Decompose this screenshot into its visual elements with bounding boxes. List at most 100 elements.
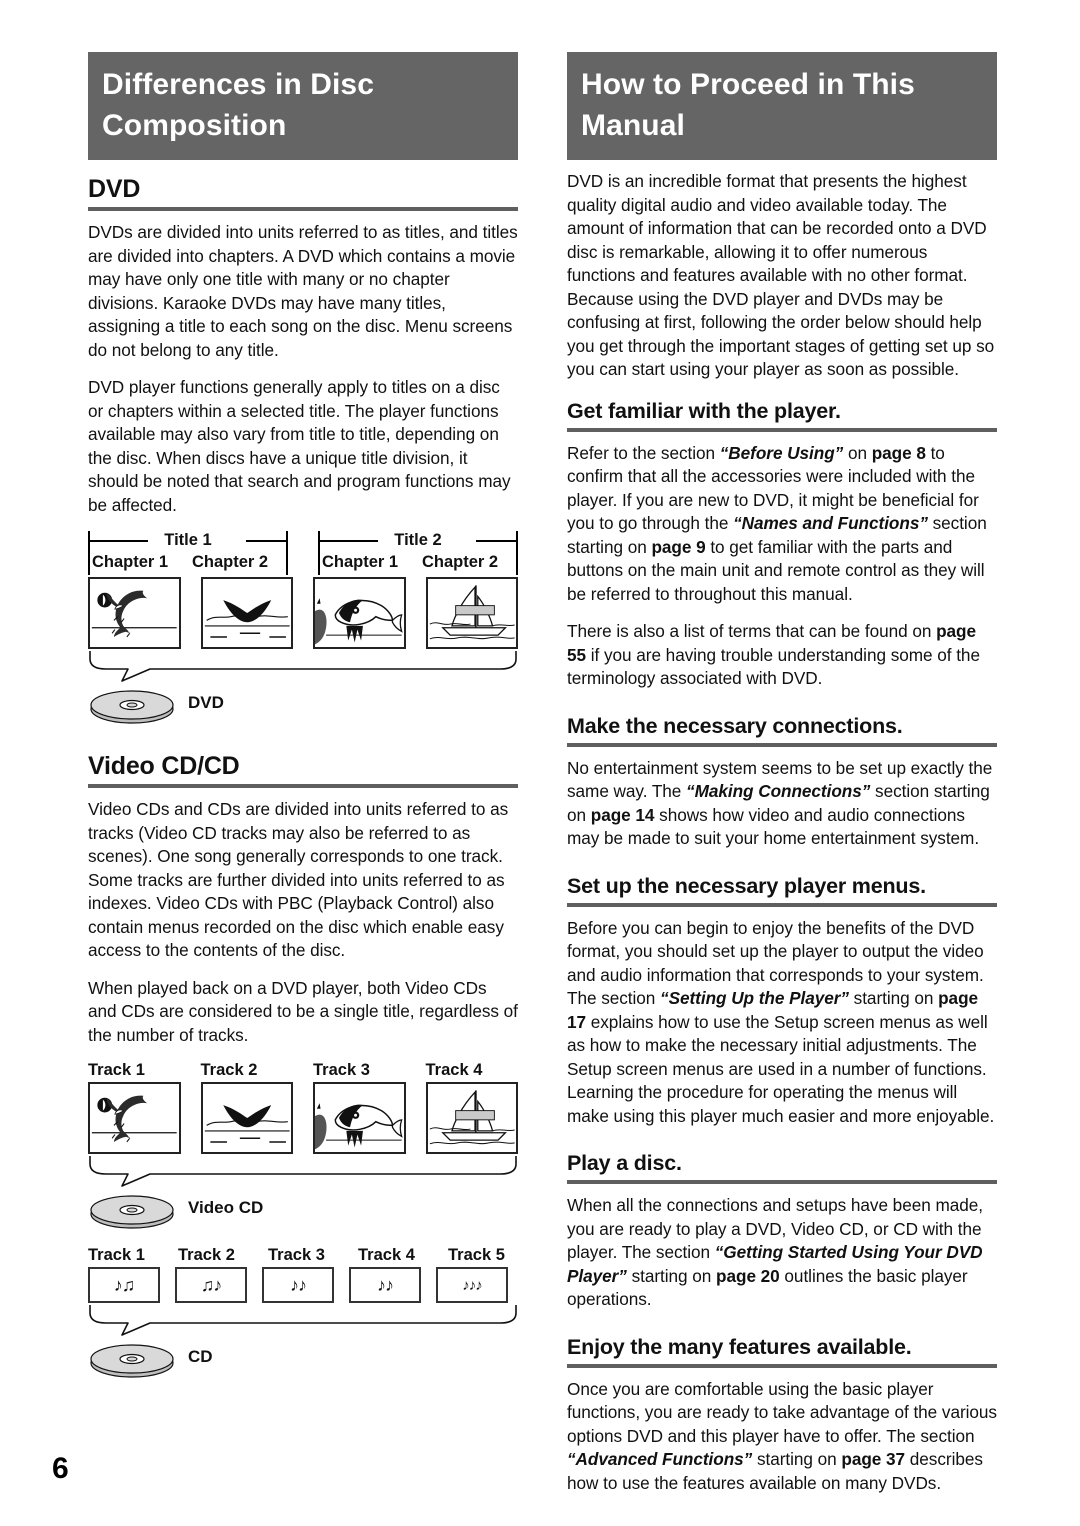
track-label: Track 4 bbox=[425, 1061, 483, 1079]
intro-paragraph: DVD is an incredible format that present… bbox=[567, 171, 995, 379]
heading-rule bbox=[88, 207, 518, 211]
heading-video-cd-cd: Video CD/CD bbox=[88, 752, 240, 780]
text-run: starting on bbox=[848, 988, 939, 1008]
title-group-2: Title 2 Chapter 1 Chapter 2 bbox=[318, 531, 518, 577]
figure-videocd-structure: Track 1 Track 2 Track 3 Track 4 Video CD bbox=[88, 1061, 518, 1230]
text-run: if you are having trouble understanding … bbox=[567, 644, 980, 689]
manual-page: Differences in Disc Composition DVD DVDs… bbox=[0, 0, 1080, 1526]
left-column: Differences in Disc Composition DVD DVDs… bbox=[88, 52, 518, 1379]
heading-rule bbox=[567, 902, 997, 907]
disc-icon bbox=[90, 1195, 174, 1229]
heading-rule bbox=[567, 1180, 997, 1184]
text-run: Once you are comfortable using the basic… bbox=[567, 1378, 997, 1446]
track-label: Track 2 bbox=[200, 1061, 258, 1079]
track-label: Track 2 bbox=[178, 1246, 235, 1264]
dolphin-scene-icon bbox=[88, 577, 181, 649]
disc-label: CD bbox=[188, 1347, 213, 1366]
chapter-label: Chapter 2 bbox=[422, 553, 499, 571]
dolphin-scene-icon bbox=[88, 1082, 181, 1154]
videocd-thumbnail-strip bbox=[88, 1082, 518, 1154]
music-note-icon: ♪♪ bbox=[262, 1267, 334, 1303]
track-label: Track 4 bbox=[358, 1246, 415, 1264]
page-reference: page 20 bbox=[716, 1265, 780, 1286]
text-run: There is also a list of terms that can b… bbox=[567, 621, 937, 641]
track-label: Track 5 bbox=[448, 1246, 505, 1264]
text-run: Refer to the section bbox=[567, 442, 720, 463]
fish-scene-icon bbox=[313, 1082, 406, 1154]
disc-label: Video CD bbox=[188, 1198, 264, 1217]
step-paragraph: Once you are comfortable using the basic… bbox=[567, 1378, 997, 1496]
cd-disc-row: CD bbox=[88, 1339, 518, 1379]
track-label: Track 1 bbox=[88, 1061, 145, 1079]
whale-tail-scene-icon bbox=[200, 577, 293, 649]
dvd-disc-row: DVD bbox=[88, 685, 518, 725]
sailboat-scene-icon bbox=[425, 1082, 518, 1154]
track-label: Track 3 bbox=[313, 1061, 370, 1079]
heading-rule bbox=[567, 427, 997, 432]
step-block: Enjoy the many features available. Once y… bbox=[567, 1334, 997, 1496]
step-paragraph: No entertainment system seems to be set … bbox=[567, 757, 997, 851]
heading-rule bbox=[567, 742, 997, 747]
brace-to-cd bbox=[88, 1303, 518, 1337]
videocd-track-labels: Track 1 Track 2 Track 3 Track 4 bbox=[88, 1061, 518, 1080]
title-group-1: Title 1 Chapter 1 Chapter 2 bbox=[88, 531, 288, 577]
music-note-icon: ♪♫ bbox=[88, 1267, 160, 1303]
chapter-label: Chapter 2 bbox=[192, 553, 269, 571]
step-paragraph: Refer to the section “Before Using” on p… bbox=[567, 442, 997, 607]
section-reference: “Making Connections” bbox=[686, 781, 871, 801]
chapter-labels: Chapter 1 Chapter 2 bbox=[322, 553, 514, 572]
step-heading: Make the necessary connections. bbox=[567, 713, 903, 738]
page-reference: page 37 bbox=[841, 1449, 906, 1469]
music-note-icon: ♪♪ bbox=[349, 1267, 421, 1303]
title-label: Title 1 bbox=[164, 531, 212, 549]
figure-cd-structure: Track 1 Track 2 Track 3 Track 4 Track 5 … bbox=[88, 1246, 518, 1379]
cd-note-boxes: ♪♫ ♫♪ ♪♪ ♪♪ ♪♪♪ bbox=[88, 1267, 518, 1303]
brace-to-videocd bbox=[88, 1154, 518, 1188]
section-banner-disc-composition: Differences in Disc Composition bbox=[88, 52, 518, 160]
track-label: Track 3 bbox=[268, 1246, 325, 1264]
right-column: How to Proceed in This Manual DVD is an … bbox=[567, 52, 997, 1495]
step-block: Make the necessary connections. No entert… bbox=[567, 713, 997, 851]
banner-line-1: How to Proceed in This bbox=[581, 68, 915, 101]
step-heading: Set up the necessary player menus. bbox=[567, 873, 926, 898]
cd-track-labels: Track 1 Track 2 Track 3 Track 4 Track 5 bbox=[88, 1246, 518, 1265]
fish-scene-icon bbox=[313, 577, 406, 649]
dvd-paragraph-2: DVD player functions generally apply to … bbox=[88, 377, 511, 515]
step-heading: Enjoy the many features available. bbox=[567, 1334, 912, 1359]
videocd-disc-row: Video CD bbox=[88, 1190, 518, 1230]
dvd-paragraph-1: DVDs are divided into units referred to … bbox=[88, 222, 518, 360]
videocd-paragraph-2: When played back on a DVD player, both V… bbox=[88, 977, 518, 1045]
section-banner-how-to-proceed: How to Proceed in This Manual bbox=[567, 52, 997, 160]
chapter-label: Chapter 1 bbox=[322, 553, 399, 571]
title-label: Title 2 bbox=[394, 531, 442, 549]
page-reference: page 14 bbox=[590, 804, 655, 825]
dvd-thumbnail-strip bbox=[88, 577, 518, 649]
disc-icon bbox=[90, 1344, 174, 1378]
chapter-labels: Chapter 1 Chapter 2 bbox=[92, 553, 284, 572]
step-paragraph: There is also a list of terms that can b… bbox=[567, 620, 997, 691]
heading-rule bbox=[567, 1363, 997, 1368]
disc-label: DVD bbox=[188, 693, 224, 712]
brace-to-dvd bbox=[88, 649, 518, 683]
section-reference: “Setting Up the Player” bbox=[660, 988, 849, 1008]
heading-dvd: DVD bbox=[88, 175, 141, 203]
disc-icon bbox=[90, 690, 174, 724]
heading-rule bbox=[88, 784, 518, 788]
text-run: starting on bbox=[752, 1449, 842, 1469]
step-heading: Get familiar with the player. bbox=[567, 398, 841, 423]
page-reference: page 9 bbox=[651, 536, 706, 557]
page-number: 6 bbox=[52, 1452, 69, 1485]
text-run: starting on bbox=[626, 1265, 717, 1286]
step-paragraph: When all the connections and setups have… bbox=[567, 1194, 997, 1312]
step-block: Get familiar with the player. Refer to th… bbox=[567, 398, 997, 691]
section-reference: “Advanced Functions” bbox=[567, 1449, 753, 1469]
step-heading: Play a disc. bbox=[567, 1151, 682, 1175]
text-run: explains how to use the Setup screen men… bbox=[567, 1011, 995, 1126]
step-block: Set up the necessary player menus. Before… bbox=[567, 873, 997, 1129]
step-block: Play a disc. When all the connections and… bbox=[567, 1150, 997, 1312]
title-chapter-bracket-row: Title 1 Chapter 1 Chapter 2 Title 2 Chap… bbox=[88, 531, 518, 577]
banner-line-1: Differences in Disc bbox=[102, 68, 375, 101]
section-reference: “Names and Functions” bbox=[733, 513, 928, 533]
step-paragraph: Before you can begin to enjoy the benefi… bbox=[567, 917, 997, 1129]
videocd-paragraph-1: Video CDs and CDs are divided into units… bbox=[88, 799, 509, 960]
